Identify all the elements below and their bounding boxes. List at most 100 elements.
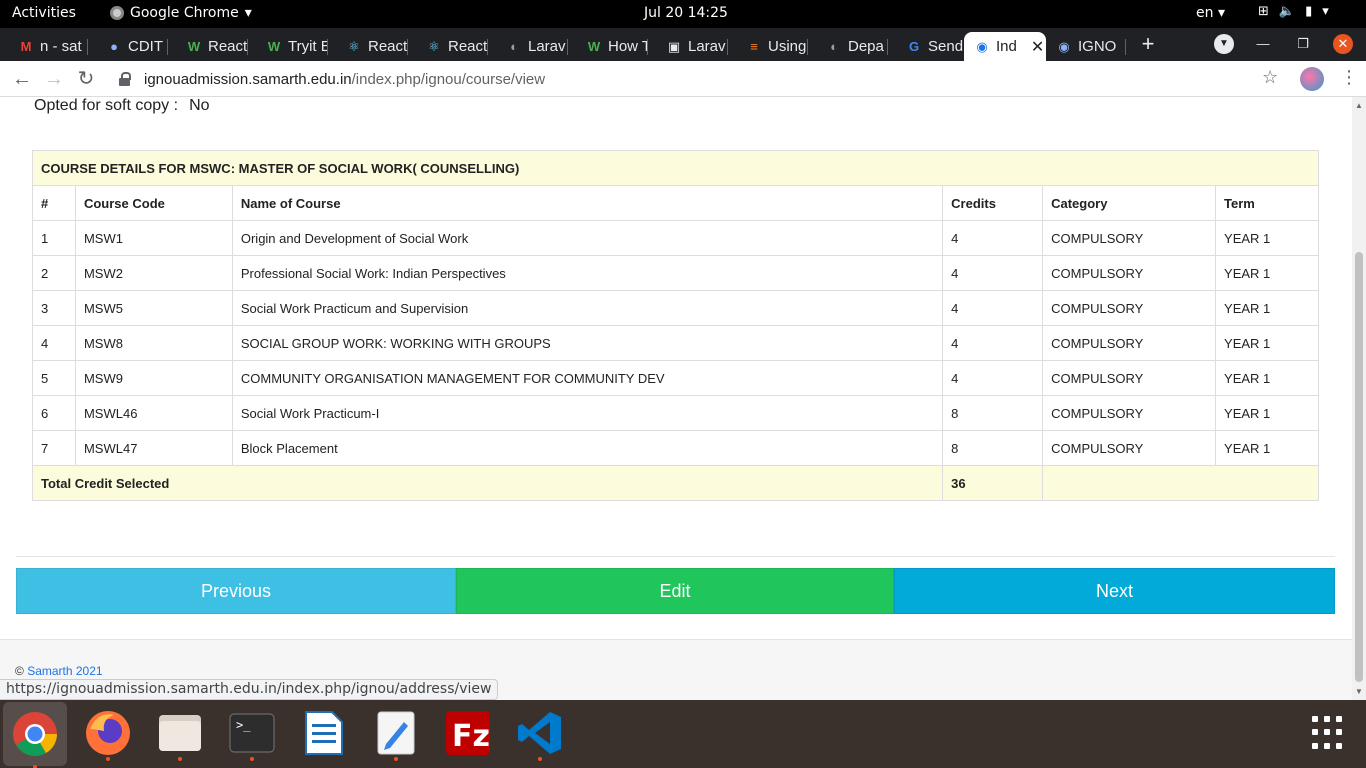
table-cell: 8 xyxy=(942,395,1044,431)
new-tab-button[interactable]: + xyxy=(1136,32,1160,56)
copyright-symbol: © xyxy=(15,664,24,678)
ignou-icon: ◉ xyxy=(976,38,988,54)
profile-avatar[interactable] xyxy=(1300,67,1324,91)
close-window-button[interactable]: ✕ xyxy=(1333,34,1353,54)
table-cell: MSWL46 xyxy=(74,395,233,431)
page-scrollbar[interactable]: ▲ ▼ xyxy=(1352,97,1366,700)
minimize-button[interactable]: — xyxy=(1256,34,1270,54)
chrome-icon xyxy=(110,6,124,20)
tab-react-w3[interactable]: W React xyxy=(168,32,248,61)
stackoverflow-icon: ≡ xyxy=(750,39,758,54)
col-header: Course Code xyxy=(74,185,233,221)
edit-button[interactable]: Edit xyxy=(456,568,894,614)
col-header: Credits xyxy=(942,185,1044,221)
table-row: 4 MSW8 SOCIAL GROUP WORK: WORKING WITH G… xyxy=(32,325,1319,361)
table-cell: Social Work Practicum-I xyxy=(231,395,944,431)
tab-react-1[interactable]: ⚛ React xyxy=(328,32,408,61)
table-header-row: # Course Code Name of Course Credits Cat… xyxy=(32,185,1319,221)
tab-label: Depa xyxy=(848,38,884,55)
tab-ignou[interactable]: ◉ IGNO xyxy=(1046,32,1126,61)
tab-label: CDIT \ xyxy=(128,38,168,55)
table-cell: MSW5 xyxy=(74,290,233,326)
table-row: 7 MSWL47 Block Placement 8 COMPULSORY YE… xyxy=(32,430,1319,466)
app-menu-label: Google Chrome xyxy=(130,5,239,21)
table-row: 6 MSWL46 Social Work Practicum-I 8 COMPU… xyxy=(32,395,1319,431)
table-cell: 3 xyxy=(32,290,76,326)
samarth-link[interactable]: Samarth 2021 xyxy=(27,664,102,678)
tab-gmail[interactable]: M n - sat xyxy=(0,32,88,61)
table-cell: YEAR 1 xyxy=(1215,395,1319,431)
browser-toolbar: ← → ↻ ignouadmission.samarth.edu.in/inde… xyxy=(0,61,1366,97)
laravel-icon: ▣ xyxy=(667,38,681,54)
language-label: en xyxy=(1196,5,1214,21)
clock[interactable]: Jul 20 14:25 xyxy=(644,5,728,21)
table-cell: 4 xyxy=(942,360,1044,396)
reload-button[interactable]: ↻ xyxy=(74,67,98,91)
react-icon: ⚛ xyxy=(348,38,360,54)
dock-writer[interactable] xyxy=(299,708,349,758)
tab-search-button[interactable]: ▼ xyxy=(1214,34,1234,54)
tab-send[interactable]: G Send xyxy=(888,32,964,61)
lock-icon[interactable] xyxy=(118,72,132,86)
next-button[interactable]: Next xyxy=(894,568,1335,614)
dock-files[interactable] xyxy=(155,708,205,761)
w-icon: W xyxy=(587,39,601,54)
dock-text-editor[interactable] xyxy=(371,708,421,761)
dock-vscode[interactable] xyxy=(515,708,565,761)
scroll-up-icon[interactable]: ▲ xyxy=(1355,101,1363,110)
table-cell: COMPULSORY xyxy=(1042,290,1217,326)
tab-tryit[interactable]: W Tryit E xyxy=(248,32,328,61)
tab-label: React xyxy=(448,38,488,55)
col-header: Category xyxy=(1042,185,1217,221)
dock-terminal[interactable]: >_ xyxy=(227,708,277,761)
scroll-down-icon[interactable]: ▼ xyxy=(1355,687,1363,696)
system-menu[interactable]: ⊞ 🔈 ▮ ▾ xyxy=(1258,4,1329,19)
ubuntu-dock: >_ Fz xyxy=(0,700,1366,768)
chrome-menu-icon[interactable]: ⋮ xyxy=(1340,67,1358,88)
show-applications-button[interactable] xyxy=(1312,716,1346,750)
battery-icon: ▮ xyxy=(1305,4,1313,19)
table-cell: 4 xyxy=(32,325,76,361)
back-button[interactable]: ← xyxy=(10,67,34,91)
scrollbar-thumb[interactable] xyxy=(1355,252,1363,682)
table-cell: 4 xyxy=(942,220,1044,256)
table-cell: 6 xyxy=(32,395,76,431)
tab-cdit[interactable]: ● CDIT \ xyxy=(88,32,168,61)
table-cell: YEAR 1 xyxy=(1215,325,1319,361)
ignou-icon: ◉ xyxy=(1058,38,1070,54)
maximize-button[interactable]: ❐ xyxy=(1296,34,1310,54)
previous-button[interactable]: Previous xyxy=(16,568,456,614)
page-content: Opted for soft copy : No COURSE DETAILS F… xyxy=(0,97,1352,700)
table-cell: 7 xyxy=(32,430,76,466)
tab-ind-active[interactable]: ◉ Ind ✕ xyxy=(964,32,1046,61)
total-credit-label: Total Credit Selected xyxy=(31,465,944,501)
activities-button[interactable]: Activities xyxy=(12,5,76,21)
table-row: 3 MSW5 Social Work Practicum and Supervi… xyxy=(32,290,1319,326)
close-tab-icon[interactable]: ✕ xyxy=(1031,37,1044,57)
bookmark-star-icon[interactable]: ☆ xyxy=(1262,67,1278,88)
footer: © Samarth 2021 xyxy=(15,664,103,678)
tab-laravel-1[interactable]: ◐ Larav xyxy=(488,32,568,61)
language-indicator[interactable]: en ▾ xyxy=(1196,5,1225,21)
table-cell: MSW1 xyxy=(74,220,233,256)
tab-label: n - sat xyxy=(40,38,82,55)
table-cell: YEAR 1 xyxy=(1215,360,1319,396)
table-cell: SOCIAL GROUP WORK: WORKING WITH GROUPS xyxy=(231,325,944,361)
tab-react-2[interactable]: ⚛ React xyxy=(408,32,488,61)
globe-icon: ◐ xyxy=(830,39,838,54)
tab-howto[interactable]: W How T xyxy=(568,32,648,61)
chevron-down-icon: ▾ xyxy=(1322,4,1329,19)
dock-firefox[interactable] xyxy=(83,708,133,761)
app-menu[interactable]: Google Chrome ▾ xyxy=(110,5,252,21)
dock-filezilla[interactable]: Fz xyxy=(443,708,493,758)
tab-using[interactable]: ≡ Using xyxy=(728,32,808,61)
dock-chrome[interactable] xyxy=(3,702,67,768)
gmail-icon: M xyxy=(20,39,32,54)
writer-icon xyxy=(305,711,343,755)
tab-label: IGNO xyxy=(1078,38,1117,55)
tab-laravel-2[interactable]: ▣ Larav xyxy=(648,32,728,61)
tab-depa[interactable]: ◐ Depa xyxy=(808,32,888,61)
forward-button[interactable]: → xyxy=(42,67,66,91)
table-caption: COURSE DETAILS FOR MSWC: MASTER OF SOCIA… xyxy=(32,150,1319,186)
address-bar[interactable]: ignouadmission.samarth.edu.in/index.php/… xyxy=(108,64,1294,94)
